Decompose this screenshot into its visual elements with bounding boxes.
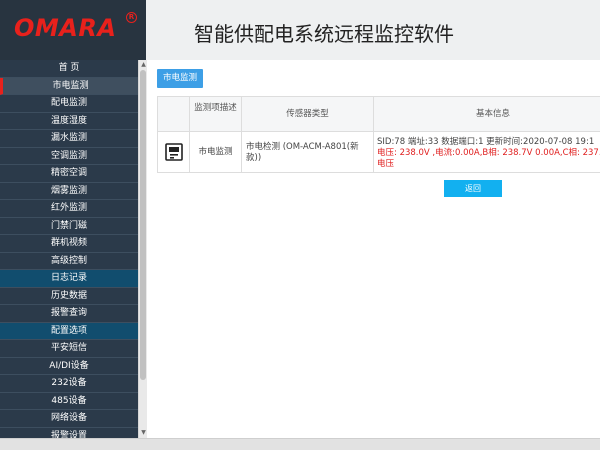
sidebar-item-20[interactable]: 网络设备 xyxy=(0,410,138,428)
sidebar-item-4[interactable]: 漏水监测 xyxy=(0,130,138,148)
sidebar-item-15[interactable]: 配置选项 xyxy=(0,322,138,340)
sidebar-item-18[interactable]: 232设备 xyxy=(0,375,138,393)
sidebar-item-12[interactable]: 日志记录 xyxy=(0,270,138,288)
sidebar-item-7[interactable]: 烟雾监测 xyxy=(0,183,138,200)
tab-mains-monitor[interactable]: 市电监测 xyxy=(157,69,203,88)
sidebar-item-17[interactable]: AI/DI设备 xyxy=(0,358,138,375)
table-header-sensor-type: 传感器类型 xyxy=(241,96,374,132)
sidebar: 首 页市电监测 配电监测 温度湿度 漏水监测 空调监测 精密空调 烟雾监测 红外监测 门禁门磁群… xyxy=(0,60,138,438)
scroll-down-arrow-icon[interactable]: ▼ xyxy=(140,429,147,437)
logo: OMARA R xyxy=(0,0,146,60)
table-row-description: 市电监测 xyxy=(189,131,242,173)
table-row-sensor-type: 市电检测 (OM-ACM-A801(新款)) xyxy=(241,131,374,173)
footer-bar xyxy=(0,438,600,450)
row-sensor-type-text: 市电检测 (OM-ACM-A801(新款)) xyxy=(246,142,359,163)
scroll-thumb[interactable] xyxy=(140,70,146,380)
sidebar-item-1[interactable]: 市电监测 xyxy=(0,77,138,95)
app-title: 智能供配电系统远程监控软件 xyxy=(194,22,454,46)
sidebar-item-8[interactable]: 红外监测 xyxy=(0,200,138,218)
table-header-description-label: 监测项描述 xyxy=(194,103,237,113)
row-info-voltage: 电压 xyxy=(377,159,395,169)
sidebar-item-19[interactable]: 485设备 xyxy=(0,393,138,410)
sidebar-item-10[interactable]: 群机视频 xyxy=(0,235,138,253)
logo-text: OMARA xyxy=(14,14,117,42)
table-row-icon-cell xyxy=(157,131,190,173)
table-header-description: 监测项描述 xyxy=(189,96,242,132)
table-header-icon-col xyxy=(157,96,190,132)
sidebar-item-6[interactable]: 精密空调 xyxy=(0,165,138,183)
sidebar-item-16[interactable]: 平安短信 xyxy=(0,340,138,358)
table-row-basic-info: SID:78 端址:33 数据端口:1 更新时间:2020-07-08 19:1… xyxy=(373,131,600,173)
sidebar-item-21[interactable]: 报警设置 xyxy=(0,428,138,439)
main-content: 市电监测 监测项描述 传感器类型 基本信息 市电监测 市电检测 (OM-ACM-… xyxy=(147,60,600,438)
sidebar-item-3[interactable]: 温度湿度 xyxy=(0,113,138,130)
row-info-status: SID:78 端址:33 数据端口:1 更新时间:2020-07-08 19:1 xyxy=(377,137,595,147)
sidebar-item-0[interactable]: 首 页 xyxy=(0,60,138,78)
table-header-basic-info: 基本信息 xyxy=(373,96,600,132)
sidebar-item-9[interactable]: 门禁门磁 xyxy=(0,218,138,235)
sidebar-item-2[interactable]: 配电监测 xyxy=(0,95,138,113)
registered-mark-icon: R xyxy=(126,12,137,23)
row-info-readings: 电压: 238.0V ,电流:0.00A,B相: 238.7V 0.00A,C相… xyxy=(377,148,600,158)
table-header-basic-info-label: 基本信息 xyxy=(475,109,510,119)
sidebar-item-11[interactable]: 高级控制 xyxy=(0,253,138,270)
row-description-text: 市电监测 xyxy=(198,147,233,157)
sidebar-item-13[interactable]: 历史数据 xyxy=(0,288,138,305)
back-button[interactable]: 返回 xyxy=(444,180,502,197)
sidebar-item-5[interactable]: 空调监测 xyxy=(0,148,138,165)
table-header-sensor-type-label: 传感器类型 xyxy=(286,109,329,119)
scroll-up-arrow-icon[interactable]: ▲ xyxy=(140,61,147,69)
power-meter-icon xyxy=(165,143,183,161)
sidebar-scrollbar[interactable]: ▲ ▼ xyxy=(138,60,147,438)
sidebar-item-14[interactable]: 报警查询 xyxy=(0,305,138,323)
header: OMARA R 智能供配电系统远程监控软件 xyxy=(0,0,600,60)
